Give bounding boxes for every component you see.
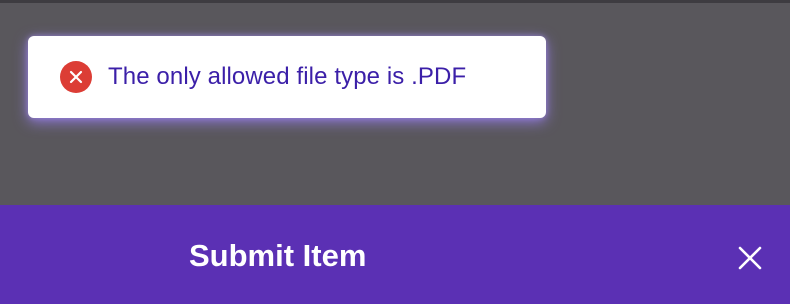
top-edge-divider xyxy=(0,0,790,3)
toast-message: The only allowed file type is .PDF xyxy=(108,63,467,90)
error-x-circle-icon xyxy=(60,61,92,93)
submit-item-bar: Submit Item xyxy=(0,205,790,304)
error-toast: The only allowed file type is .PDF xyxy=(28,36,546,118)
close-icon xyxy=(738,246,762,275)
close-button[interactable] xyxy=(728,238,772,282)
submit-item-title: Submit Item xyxy=(189,238,367,273)
